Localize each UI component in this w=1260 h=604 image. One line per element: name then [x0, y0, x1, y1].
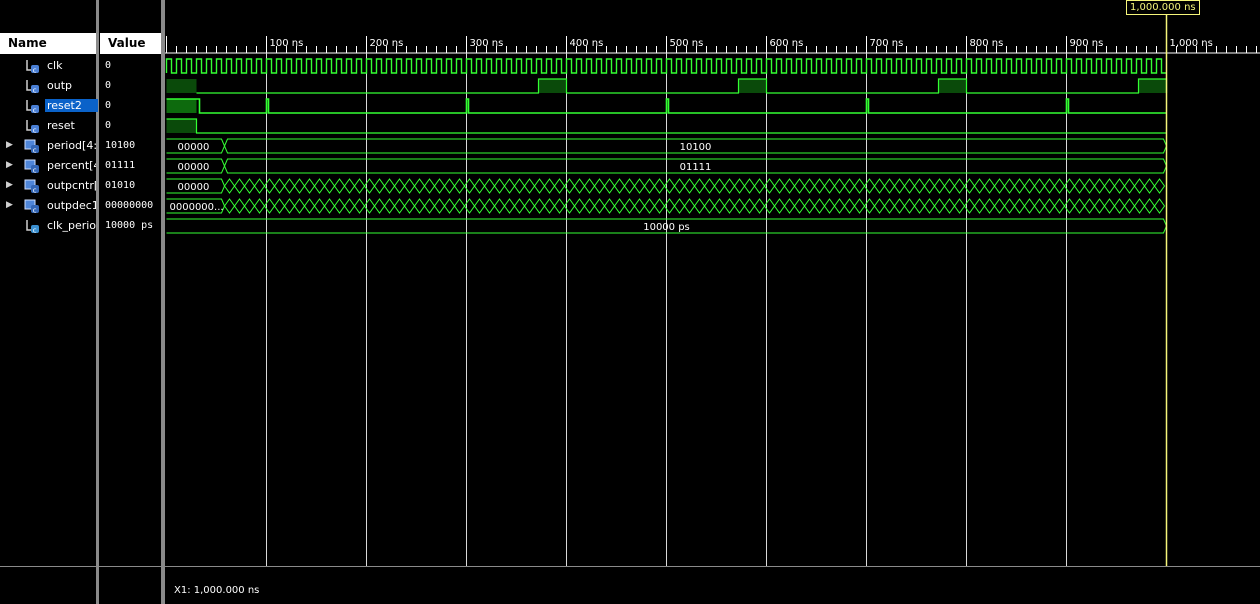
- signal-row[interactable]: ▶ c period[4:0]: [0, 136, 96, 156]
- bit-signal-icon: c: [24, 118, 40, 134]
- svg-text:c: c: [33, 66, 37, 74]
- outp-waveform: [196, 78, 1168, 94]
- outp-high-fill: [1138, 79, 1167, 93]
- cursor-readout: X1: 1,000.000 ns: [174, 585, 260, 596]
- expand-arrow-icon[interactable]: ▶: [6, 160, 13, 170]
- bus-value-label: 00000: [178, 162, 210, 173]
- signal-row[interactable]: ▶ c outpcntr[4:0]: [0, 176, 96, 196]
- signal-name: outpdec1: [47, 199, 96, 212]
- expand-arrow-icon[interactable]: ▶: [6, 140, 13, 150]
- signal-value: 0: [105, 100, 112, 111]
- signal-name: outpcntr[4:0]: [47, 179, 96, 192]
- signal-row[interactable]: ▶ c outpdec1: [0, 196, 96, 216]
- bus-signal-icon: c: [24, 198, 40, 214]
- outp-high-fill: [538, 79, 567, 93]
- footer-divider: [0, 566, 1260, 567]
- svg-text:c: c: [33, 146, 37, 154]
- cursor-time-label[interactable]: 1,000.000 ns: [1126, 0, 1200, 15]
- bus-value-label: 0000000...: [170, 202, 224, 213]
- bus-transitions: [223, 198, 1166, 214]
- outp-unknown-block: [166, 79, 197, 93]
- bus-transitions: [223, 178, 1166, 194]
- signal-name: reset: [47, 119, 75, 132]
- ruler-tick-label: 300 ns: [470, 38, 504, 49]
- signal-name: clk: [47, 59, 63, 72]
- ruler-tick-label: 500 ns: [670, 38, 704, 49]
- svg-text:c: c: [33, 206, 37, 214]
- bus-value-label: 00000: [178, 182, 210, 193]
- const-value-label: 10000 ps: [643, 222, 690, 233]
- outp-high-fill: [738, 79, 767, 93]
- bus-signal-icon: c: [24, 158, 40, 174]
- name-column-header[interactable]: Name: [0, 33, 96, 54]
- svg-text:c: c: [33, 126, 37, 134]
- bit-signal-icon: c: [24, 58, 40, 74]
- ruler-tick-label: 200 ns: [370, 38, 404, 49]
- signal-value: 0: [105, 80, 112, 91]
- signal-name: reset2: [45, 99, 98, 112]
- svg-text:c: c: [33, 166, 37, 174]
- bit-signal-icon: c: [24, 78, 40, 94]
- signal-value: 10000 ps: [105, 220, 154, 231]
- signal-value: 01010: [105, 180, 136, 191]
- svg-text:c: c: [33, 106, 37, 114]
- signal-row[interactable]: c clk_period: [0, 216, 96, 236]
- signal-value: 10100: [105, 140, 136, 151]
- signal-value: 0: [105, 60, 112, 71]
- svg-text:c: c: [33, 186, 37, 194]
- signal-name: percent[4:0]: [47, 159, 96, 172]
- bus-value-label: 00000: [178, 142, 210, 153]
- signal-row[interactable]: c reset: [0, 116, 96, 136]
- reset2-waveform: [166, 98, 1167, 114]
- ruler-tick-label: 400 ns: [570, 38, 604, 49]
- expand-arrow-icon[interactable]: ▶: [6, 180, 13, 190]
- signal-value: 00000000: [105, 200, 154, 211]
- signal-name: period[4:0]: [47, 139, 96, 152]
- signal-value: 01111: [105, 160, 136, 171]
- waveform-canvas[interactable]: 100 ns 200 ns 300 ns 400 ns 500 ns 600 ns 700 …: [165, 0, 1260, 566]
- value-column-header[interactable]: Value: [100, 33, 161, 54]
- svg-text:c: c: [33, 226, 37, 234]
- clk-waveform: [165, 58, 1167, 74]
- signal-row[interactable]: ▶ c percent[4:0]: [0, 156, 96, 176]
- ruler-tick-label: 700 ns: [870, 38, 904, 49]
- signal-row[interactable]: c reset2: [0, 96, 98, 116]
- ruler-tick-label: 100 ns: [270, 38, 304, 49]
- reset2-high-fill: [166, 99, 197, 113]
- bit-signal-icon: c: [24, 98, 40, 114]
- signal-name: outp: [47, 79, 72, 92]
- signal-row[interactable]: c clk: [0, 56, 96, 76]
- bus-signal-icon: c: [24, 178, 40, 194]
- bus-value-label: 10100: [680, 142, 712, 153]
- ruler-tick-label: 900 ns: [1070, 38, 1104, 49]
- ruler-tick-label: 800 ns: [970, 38, 1004, 49]
- reset-high-fill: [166, 119, 197, 133]
- signal-value: 0: [105, 120, 112, 131]
- name-value-divider[interactable]: [96, 0, 99, 604]
- ruler-tick-label: 600 ns: [770, 38, 804, 49]
- outp-high-fill: [938, 79, 967, 93]
- bus-signal-icon: c: [24, 138, 40, 154]
- bus-value-label: 01111: [680, 162, 712, 173]
- const-signal-icon: c: [24, 218, 40, 234]
- signal-row[interactable]: c outp: [0, 76, 96, 96]
- expand-arrow-icon[interactable]: ▶: [6, 200, 13, 210]
- svg-text:c: c: [33, 86, 37, 94]
- ruler-tick-label: 1,000 ns: [1170, 38, 1213, 49]
- signal-name: clk_period: [47, 219, 96, 232]
